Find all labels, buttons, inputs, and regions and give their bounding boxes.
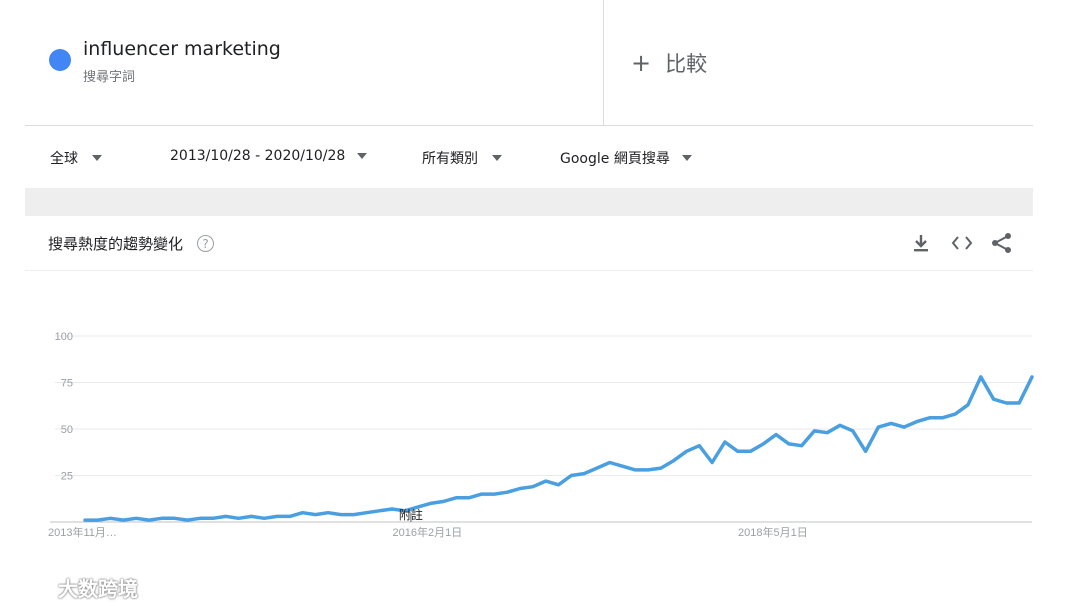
section-separator-band	[25, 188, 1033, 216]
y-tick-label: 50	[61, 424, 73, 436]
search-term-card[interactable]: influencer marketing 搜尋字詞	[25, 0, 603, 125]
region-dropdown[interactable]: 全球	[50, 148, 102, 168]
embed-button[interactable]	[950, 232, 974, 254]
caret-down-icon	[681, 155, 692, 161]
compare-label: 比較	[665, 52, 708, 76]
date-range-dropdown[interactable]: 2013/10/28 - 2020/10/28	[170, 148, 368, 164]
category-dropdown[interactable]: 所有類別	[422, 148, 502, 168]
date-range-label: 2013/10/28 - 2020/10/28	[170, 148, 346, 164]
series-line	[83, 375, 1034, 522]
help-icon[interactable]: ?	[197, 235, 215, 252]
vertical-divider	[603, 0, 604, 125]
compare-button[interactable]: + 比較	[631, 48, 707, 78]
watermark-text: 大数跨境	[58, 577, 138, 601]
x-tick-label: 2016年2月1日	[393, 525, 463, 539]
caret-down-icon	[357, 153, 368, 159]
search-term-name[interactable]: influencer marketing	[83, 38, 281, 60]
section-title: 搜尋熱度的趨勢變化	[48, 235, 184, 253]
divider	[25, 270, 1033, 271]
series-color-dot	[49, 49, 71, 71]
embed-icon	[951, 236, 973, 250]
region-label: 全球	[50, 151, 78, 167]
trend-line-chart: 100 75 50 25 2013年11月… 2016年2月1日 2018年5月1日 附註	[48, 331, 1034, 539]
y-tick-label: 25	[61, 471, 73, 483]
x-tick-label: 2018年5月1日	[738, 525, 808, 539]
search-type-label: Google 網頁搜尋	[560, 151, 670, 167]
watermark-logo-icon	[8, 579, 49, 596]
share-button[interactable]	[990, 232, 1014, 254]
caret-down-icon	[92, 155, 102, 161]
download-icon	[914, 235, 928, 252]
caret-down-icon	[492, 155, 502, 161]
search-term-subtitle: 搜尋字詞	[83, 70, 136, 85]
share-icon	[992, 233, 1011, 253]
y-tick-label: 75	[61, 378, 73, 390]
watermark: 大数跨境	[8, 573, 138, 602]
category-label: 所有類別	[422, 151, 478, 167]
download-button[interactable]	[910, 232, 932, 254]
section-header: 搜尋熱度的趨勢變化 ?	[48, 233, 215, 254]
y-tick-label: 100	[55, 331, 73, 343]
annotation-label: 附註	[399, 508, 423, 522]
filter-bar: 全球 2013/10/28 - 2020/10/28 所有類別 Google 網…	[25, 126, 1033, 188]
x-tick-label: 2013年11月…	[48, 525, 117, 539]
plus-icon: +	[631, 49, 652, 77]
search-type-dropdown[interactable]: Google 網頁搜尋	[560, 148, 692, 168]
